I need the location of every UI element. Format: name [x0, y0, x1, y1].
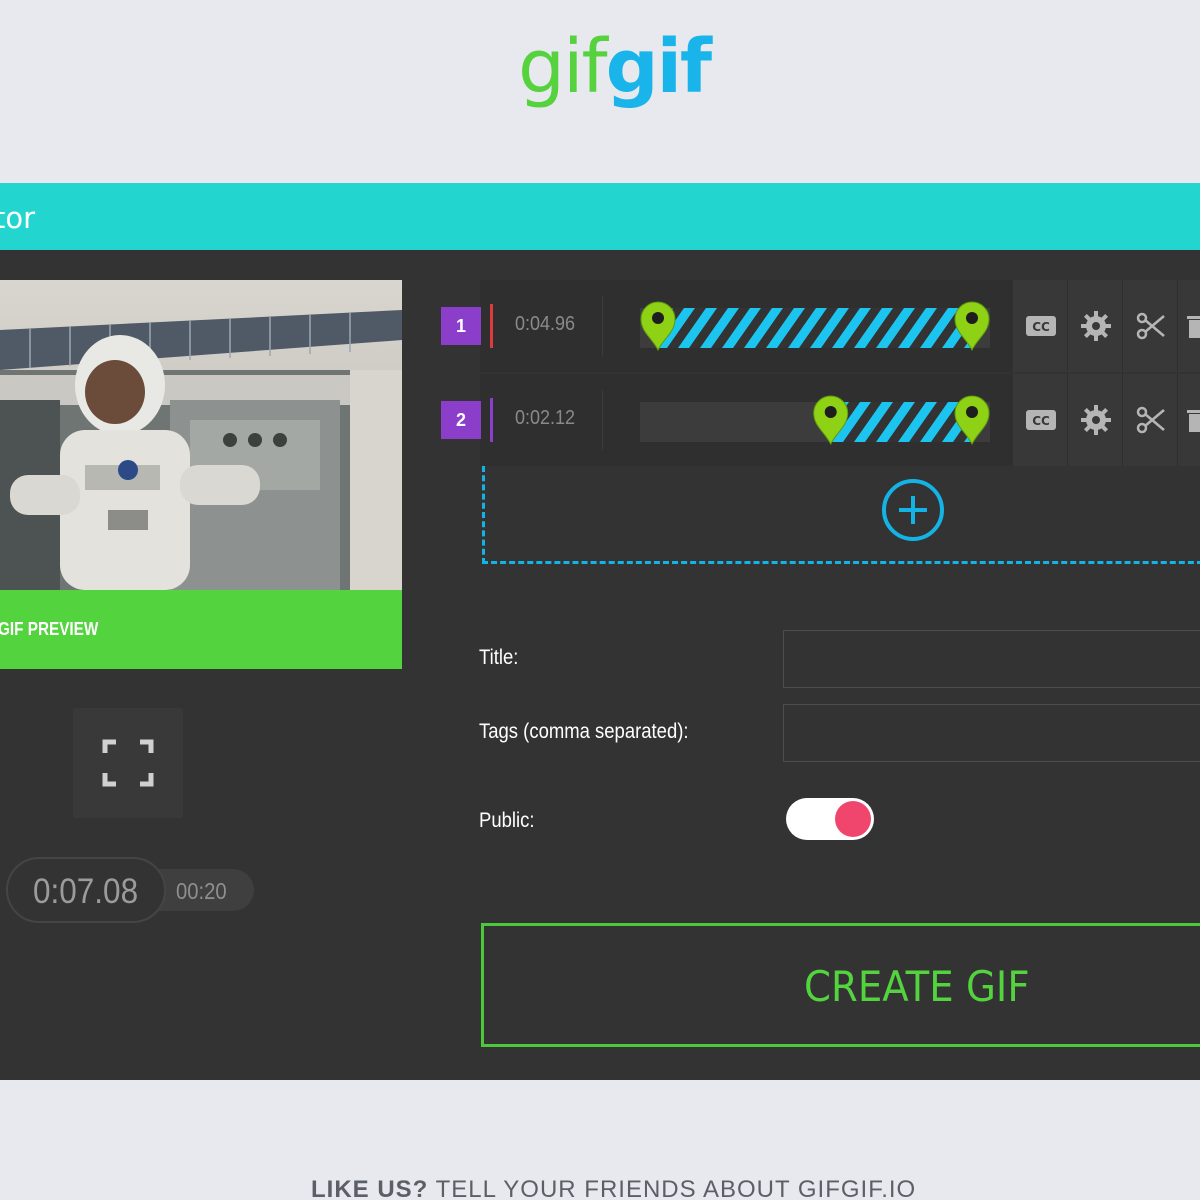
cut-button[interactable]	[1123, 374, 1178, 466]
title-label: Title:	[479, 646, 519, 669]
video-preview[interactable]	[0, 280, 402, 590]
cc-icon: CC	[1026, 410, 1056, 430]
video-frame-image	[0, 280, 402, 590]
current-time-text: 0:07.08	[33, 872, 139, 911]
fullscreen-button[interactable]	[73, 708, 183, 818]
footer-bold: LIKE US?	[311, 1176, 429, 1200]
svg-text:CC: CC	[1032, 320, 1050, 334]
segment-divider	[602, 296, 603, 356]
segment-color-marker	[490, 304, 493, 348]
segment-list: 1 0:04.96 CC 2 0:02.12 CC	[441, 280, 1200, 466]
settings-button[interactable]	[1068, 280, 1123, 372]
segment-range-slider[interactable]	[640, 301, 990, 352]
footer-rest: TELL YOUR FRIENDS ABOUT GIFGIF.IO	[428, 1176, 917, 1200]
segment-row[interactable]: 1 0:04.96 CC	[441, 280, 1200, 372]
title-input[interactable]	[783, 630, 1200, 688]
footer-share-text: LIKE US? TELL YOUR FRIENDS ABOUT GIFGIF.…	[311, 1176, 916, 1200]
trash-icon	[1187, 316, 1200, 338]
slider-selected-range	[830, 402, 972, 442]
editor-panel: GIF PREVIEW 00:20 0:07.08 1 0:04.96 CC 2…	[0, 250, 1200, 1080]
cc-icon: CC	[1026, 316, 1056, 336]
segment-number: 2	[441, 401, 481, 439]
segment-color-marker	[490, 398, 493, 442]
segment-tools: CC	[1013, 374, 1200, 466]
gear-icon	[1081, 311, 1111, 341]
scissors-icon	[1136, 312, 1165, 340]
segment-number: 1	[441, 307, 481, 345]
tags-label: Tags (comma separated):	[479, 720, 689, 743]
toggle-knob	[835, 801, 871, 837]
add-segment-area	[482, 466, 1200, 564]
delete-button[interactable]	[1178, 280, 1200, 372]
segment-duration: 0:04.96	[515, 313, 576, 335]
gear-icon	[1081, 405, 1111, 435]
public-label: Public:	[479, 809, 535, 832]
segment-duration: 0:02.12	[515, 407, 576, 429]
time-display: 00:20 0:07.08	[6, 857, 254, 923]
captions-button[interactable]: CC	[1013, 280, 1068, 372]
segment-range-slider[interactable]	[640, 395, 990, 446]
cut-button[interactable]	[1123, 280, 1178, 372]
public-toggle[interactable]	[786, 798, 874, 840]
logo-part-light: gif	[518, 24, 608, 110]
gif-preview-bar: GIF PREVIEW	[0, 590, 402, 669]
tags-input[interactable]	[783, 704, 1200, 762]
create-gif-button[interactable]: CREATE GIF	[481, 923, 1200, 1047]
gif-preview-label: GIF PREVIEW	[0, 619, 99, 639]
current-time: 0:07.08	[6, 857, 166, 923]
editor-title: tor	[0, 201, 36, 235]
logo-part-bold: gif	[605, 24, 713, 110]
editor-header-bar: tor	[0, 183, 1200, 250]
create-gif-label: CREATE GIF	[804, 962, 1030, 1011]
slider-selected-range	[658, 308, 972, 348]
scissors-icon	[1136, 406, 1165, 434]
svg-text:CC: CC	[1032, 414, 1050, 428]
segment-divider	[602, 390, 603, 450]
add-segment-button[interactable]	[881, 478, 945, 542]
captions-button[interactable]: CC	[1013, 374, 1068, 466]
segment-tools: CC	[1013, 280, 1200, 372]
gifgif-logo[interactable]: gifgif	[518, 30, 712, 104]
delete-button[interactable]	[1178, 374, 1200, 466]
segment-row[interactable]: 2 0:02.12 CC	[441, 374, 1200, 466]
settings-button[interactable]	[1068, 374, 1123, 466]
total-duration-text: 00:20	[176, 878, 227, 904]
fullscreen-icon	[102, 739, 154, 787]
trash-icon	[1187, 410, 1200, 432]
